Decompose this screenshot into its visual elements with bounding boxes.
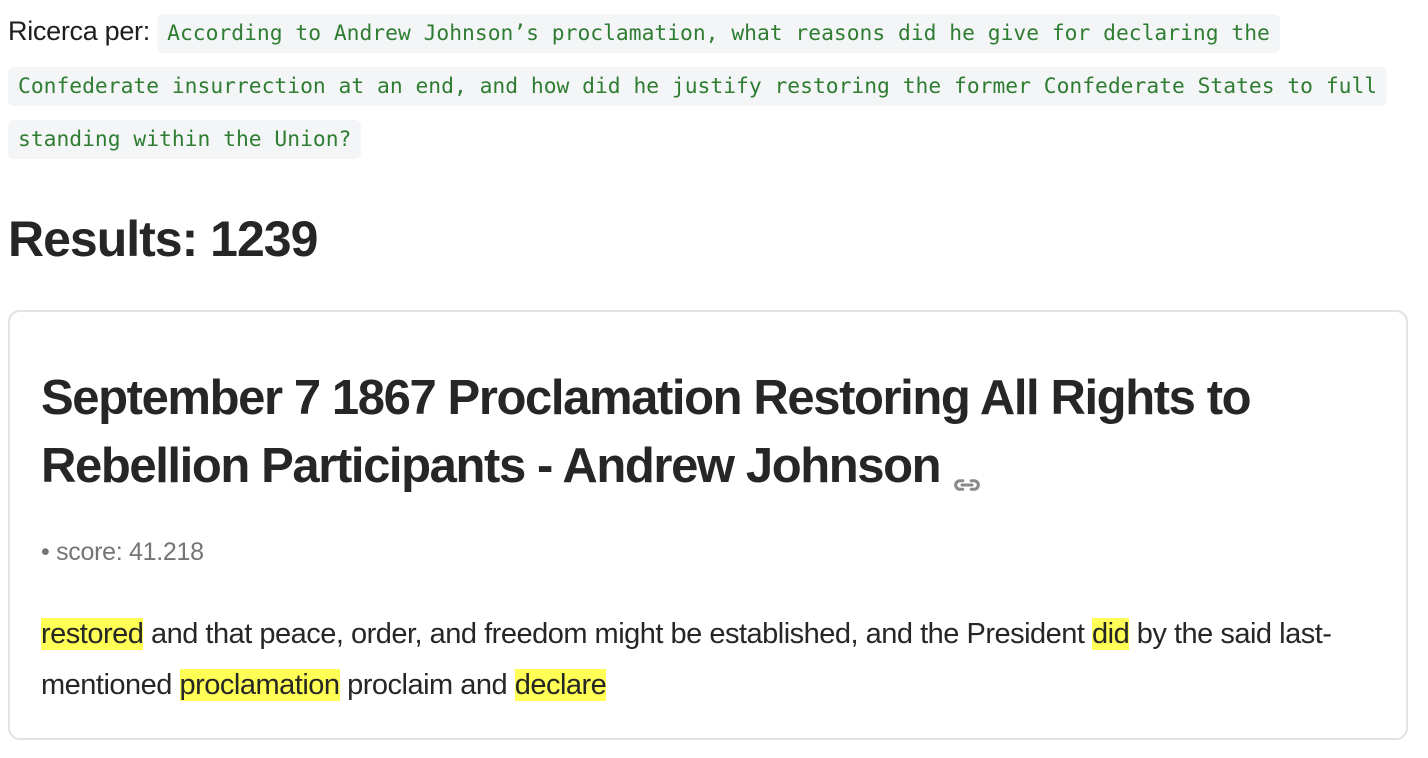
result-title: September 7 1867 Proclamation Restoring …	[41, 364, 1371, 500]
search-prefix-label: Ricerca per:	[8, 16, 150, 46]
highlighted-term: proclamation	[179, 669, 340, 701]
highlighted-term: restored	[41, 618, 144, 650]
result-snippet: restored and that peace, order, and free…	[41, 609, 1386, 711]
search-query-line: Ricerca per: According to Andrew Johnson…	[8, 6, 1408, 165]
result-card: September 7 1867 Proclamation Restoring …	[8, 310, 1408, 740]
search-query-text: According to Andrew Johnson’s proclamati…	[8, 14, 1388, 159]
highlighted-term: declare	[514, 669, 607, 701]
result-score: • score: 41.218	[41, 538, 204, 566]
results-count-heading: Results: 1239	[8, 211, 318, 267]
snippet-text: proclaim and	[339, 669, 515, 701]
link-icon[interactable]	[950, 452, 984, 491]
snippet-text: and that peace, order, and freedom might…	[143, 618, 1093, 650]
result-title-text: September 7 1867 Proclamation Restoring …	[41, 371, 1252, 493]
highlighted-term: did	[1092, 618, 1130, 650]
